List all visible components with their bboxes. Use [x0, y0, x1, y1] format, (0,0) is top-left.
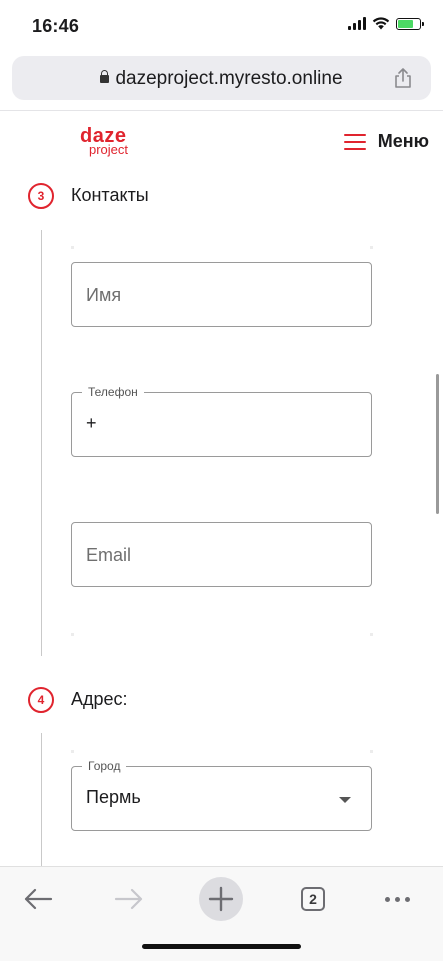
- url-display[interactable]: dazeproject.myresto.online: [12, 68, 431, 90]
- form-corner-dot: [370, 633, 373, 636]
- menu-label: Меню: [377, 131, 429, 151]
- forward-arrow-icon: [114, 888, 143, 910]
- share-icon[interactable]: [391, 66, 415, 90]
- new-tab-button[interactable]: [199, 877, 243, 921]
- form-corner-dot: [370, 246, 373, 249]
- site-logo[interactable]: daze project: [80, 126, 128, 156]
- lock-icon: [100, 70, 110, 83]
- step-connector-line: [41, 733, 42, 873]
- battery-level: [398, 19, 413, 28]
- step-title-address: Адрес:: [71, 689, 128, 709]
- more-options-icon: [384, 896, 410, 902]
- more-button[interactable]: [375, 877, 419, 921]
- back-arrow-icon: [24, 888, 53, 910]
- form-corner-dot: [370, 750, 373, 753]
- page-scrollbar[interactable]: [436, 374, 439, 514]
- url-text: dazeproject.myresto.online: [115, 68, 343, 89]
- home-indicator: [142, 944, 301, 949]
- dropdown-arrow-icon: [339, 797, 351, 803]
- cellular-signal-icon: [348, 17, 366, 30]
- email-placeholder: Email: [86, 545, 132, 565]
- city-select[interactable]: Город Пермь: [71, 759, 372, 831]
- step-number-badge: 4: [28, 687, 54, 713]
- step-title-contacts: Контакты: [71, 185, 149, 205]
- city-value: Пермь: [86, 787, 141, 807]
- phone-value: +: [86, 413, 97, 433]
- menu-button[interactable]: Меню: [343, 131, 429, 152]
- phone-field[interactable]: Телефон +: [71, 385, 372, 457]
- tabs-button[interactable]: 2: [291, 877, 335, 921]
- status-time: 16:46: [32, 16, 80, 36]
- tabs-count-icon: 2: [301, 887, 325, 911]
- plus-icon: [208, 886, 234, 912]
- wifi-icon: [372, 17, 390, 30]
- address-bar[interactable]: dazeproject.myresto.online: [12, 56, 431, 100]
- form-corner-dot: [71, 750, 74, 753]
- name-field[interactable]: Имя: [71, 262, 372, 327]
- form-corner-dot: [71, 633, 74, 636]
- step-number-badge: 3: [28, 183, 54, 209]
- status-icons: [348, 17, 424, 30]
- status-bar: 16:46: [0, 0, 443, 54]
- form-corner-dot: [71, 246, 74, 249]
- toolbar-divider: [0, 110, 443, 111]
- back-button[interactable]: [16, 877, 60, 921]
- forward-button[interactable]: [107, 877, 151, 921]
- battery-icon: [396, 17, 424, 30]
- phone-field-label: Телефон: [82, 385, 144, 399]
- city-field-label: Город: [82, 759, 127, 773]
- email-field[interactable]: Email: [71, 522, 372, 587]
- name-placeholder: Имя: [86, 285, 122, 305]
- logo-text-secondary: project: [89, 142, 129, 157]
- hamburger-menu-icon: [343, 133, 366, 150]
- step-connector-line: [41, 230, 42, 656]
